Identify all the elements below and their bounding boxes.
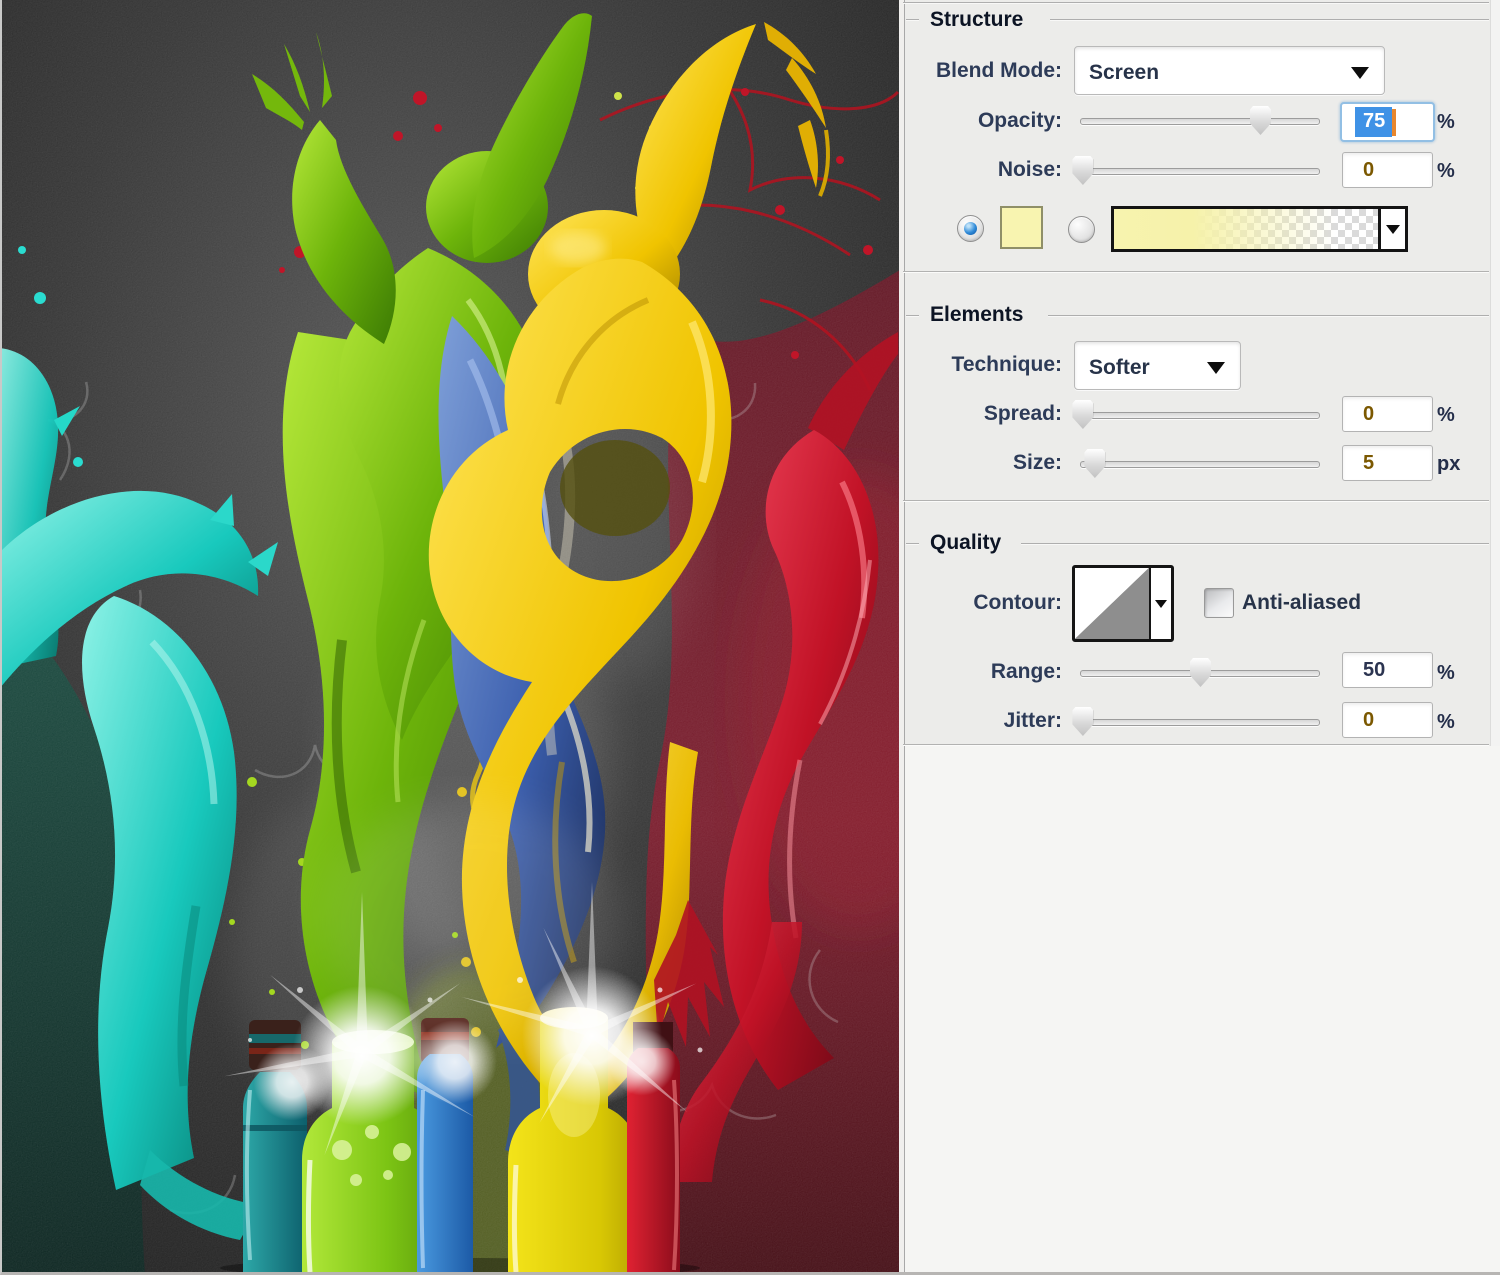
elements-rule-left xyxy=(906,315,919,316)
opacity-label: Opacity: xyxy=(912,108,1062,134)
opacity-slider-track[interactable] xyxy=(1080,118,1320,125)
structure-rule-left xyxy=(906,19,919,20)
quality-rule-right xyxy=(1021,543,1489,544)
anti-aliased-label: Anti-aliased xyxy=(1242,590,1361,616)
fill-gradient-radio[interactable] xyxy=(1068,216,1095,243)
panel-top-rule xyxy=(903,2,1489,3)
section-separator xyxy=(903,500,1489,501)
noise-unit: % xyxy=(1437,158,1455,184)
noise-slider[interactable] xyxy=(1080,155,1320,186)
jitter-unit: % xyxy=(1437,709,1455,735)
jitter-input[interactable]: 0 xyxy=(1342,702,1433,738)
range-input[interactable]: 50 xyxy=(1342,652,1433,688)
blend-mode-dropdown[interactable]: Screen xyxy=(1074,46,1385,95)
quality-rule-left xyxy=(906,543,919,544)
size-label: Size: xyxy=(912,450,1062,476)
spread-slider-track[interactable] xyxy=(1080,412,1320,419)
contour-picker[interactable] xyxy=(1072,565,1174,642)
spread-unit: % xyxy=(1437,402,1455,428)
spread-label: Spread: xyxy=(912,401,1062,427)
chevron-down-icon xyxy=(1386,225,1400,234)
size-input[interactable]: 5 xyxy=(1342,445,1433,481)
noise-input[interactable]: 0 xyxy=(1342,152,1433,188)
section-title-structure: Structure xyxy=(930,8,1023,32)
noise-slider-track[interactable] xyxy=(1080,168,1320,175)
contour-label: Contour: xyxy=(912,590,1062,616)
technique-value: Softer xyxy=(1089,356,1150,380)
gradient-preview[interactable] xyxy=(1114,209,1378,249)
opacity-input-selected-text: 75 xyxy=(1355,107,1392,137)
elements-rule-right xyxy=(1048,315,1489,316)
chevron-down-icon xyxy=(1351,67,1369,79)
spread-input[interactable]: 0 xyxy=(1342,396,1433,432)
anti-aliased-checkbox[interactable] xyxy=(1204,588,1234,618)
blend-mode-value: Screen xyxy=(1089,61,1159,85)
chevron-down-icon xyxy=(1155,600,1167,608)
canvas-artwork xyxy=(0,0,900,1275)
section-separator xyxy=(903,271,1489,272)
spread-slider[interactable] xyxy=(1080,399,1320,430)
size-unit: px xyxy=(1437,451,1460,477)
technique-label: Technique: xyxy=(912,352,1062,378)
noise-slider-thumb[interactable] xyxy=(1072,156,1093,185)
gradient-picker[interactable] xyxy=(1111,206,1408,252)
size-slider-track[interactable] xyxy=(1080,461,1320,468)
opacity-input[interactable]: 75 xyxy=(1340,102,1435,142)
range-slider[interactable] xyxy=(1080,657,1320,688)
opacity-slider[interactable] xyxy=(1080,105,1320,136)
range-slider-thumb[interactable] xyxy=(1190,658,1211,687)
size-slider-thumb[interactable] xyxy=(1084,449,1105,478)
structure-rule-right xyxy=(1050,19,1489,20)
text-cursor xyxy=(1392,109,1396,136)
blend-mode-label: Blend Mode: xyxy=(912,58,1062,84)
section-title-elements: Elements xyxy=(930,303,1023,327)
chevron-down-icon xyxy=(1207,362,1225,374)
layer-style-panel: Structure Blend Mode: Screen Opacity: 75… xyxy=(899,0,1500,1275)
range-unit: % xyxy=(1437,660,1455,686)
jitter-slider-thumb[interactable] xyxy=(1072,707,1093,736)
fill-color-radio[interactable] xyxy=(957,215,984,242)
size-slider[interactable] xyxy=(1080,448,1320,479)
opacity-unit: % xyxy=(1437,109,1455,135)
contour-thumbnail[interactable] xyxy=(1075,568,1149,639)
section-title-quality: Quality xyxy=(930,531,1001,555)
technique-dropdown[interactable]: Softer xyxy=(1074,341,1241,390)
jitter-label: Jitter: xyxy=(912,708,1062,734)
noise-label: Noise: xyxy=(912,157,1062,183)
jitter-slider-track[interactable] xyxy=(1080,719,1320,726)
contour-picker-arrow[interactable] xyxy=(1149,568,1171,639)
spread-slider-thumb[interactable] xyxy=(1072,400,1093,429)
gradient-picker-arrow[interactable] xyxy=(1378,209,1405,249)
glow-color-swatch[interactable] xyxy=(1000,206,1043,249)
jitter-slider[interactable] xyxy=(1080,706,1320,737)
section-separator xyxy=(903,744,1489,745)
range-label: Range: xyxy=(912,659,1062,685)
panel-empty-area xyxy=(905,746,1500,1275)
opacity-slider-thumb[interactable] xyxy=(1250,106,1271,135)
